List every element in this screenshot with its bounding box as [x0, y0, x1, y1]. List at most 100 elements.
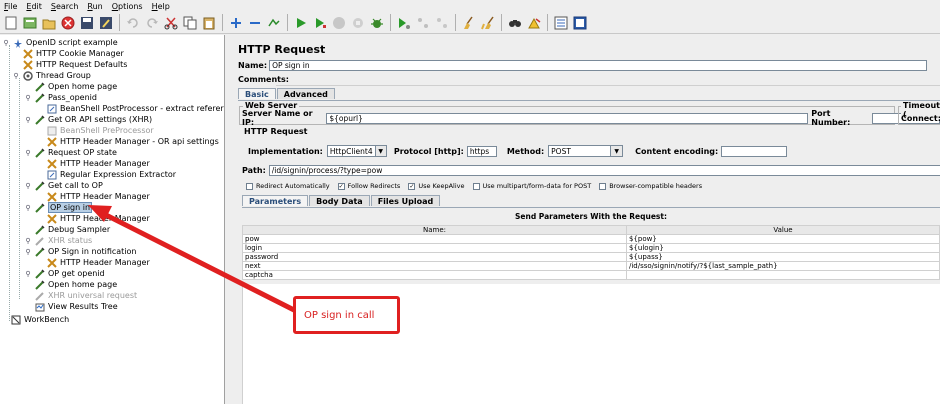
test-plan-tree[interactable]: ⚲ OpenID script example HTTP Cookie Mana…: [0, 35, 225, 404]
tab-body-data[interactable]: Body Data: [309, 195, 370, 206]
param-value[interactable]: ${upass}: [626, 252, 940, 262]
tree-node-workbench[interactable]: WorkBench: [10, 314, 69, 325]
tree-node-sampler[interactable]: Open home page: [34, 81, 117, 92]
expand-toggle-icon[interactable]: ⚲: [24, 237, 32, 245]
table-row[interactable]: next /id/sso/signin/notify/?${last_sampl…: [242, 261, 940, 271]
help-icon[interactable]: [571, 14, 588, 31]
tree-node-thread-group[interactable]: ⚲ Thread Group: [12, 70, 91, 81]
tree-node-header-manager[interactable]: HTTP Header Manager - OR api settings: [46, 136, 219, 147]
tree-node-header-manager[interactable]: HTTP Header Manager: [46, 191, 150, 202]
broom-icon[interactable]: [460, 14, 477, 31]
redo-icon[interactable]: [143, 14, 160, 31]
param-value[interactable]: /id/sso/signin/notify/?${last_sample_pat…: [626, 261, 940, 271]
tree-node-sampler[interactable]: ⚲ OP get openid: [24, 268, 105, 279]
menu-search[interactable]: Search: [51, 2, 78, 11]
impl-select[interactable]: HttpClient4 ▼: [326, 145, 387, 157]
cut-icon[interactable]: [162, 14, 179, 31]
tree-node-test-plan[interactable]: ⚲ OpenID script example: [2, 37, 118, 48]
server-field[interactable]: [326, 112, 809, 124]
clear-all-icon[interactable]: [479, 14, 496, 31]
table-row[interactable]: pow ${pow}: [242, 234, 940, 244]
method-select[interactable]: POST ▼: [548, 145, 624, 157]
new-icon[interactable]: [2, 14, 19, 31]
tree-node-sampler[interactable]: ⚲ Get OR API settings (XHR): [24, 114, 152, 125]
remote-stop-icon[interactable]: [414, 14, 431, 31]
menu-file[interactable]: File: [4, 2, 17, 11]
remote-exit-icon[interactable]: [433, 14, 450, 31]
redirect-auto-checkbox[interactable]: Redirect Automatically: [246, 182, 330, 190]
copy-icon[interactable]: [181, 14, 198, 31]
collapse-icon[interactable]: [246, 14, 263, 31]
param-value[interactable]: [626, 270, 940, 280]
expand-toggle-icon[interactable]: ⚲: [24, 94, 32, 102]
param-name[interactable]: pow: [242, 234, 627, 244]
save-icon[interactable]: [78, 14, 95, 31]
multipart-checkbox[interactable]: Use multipart/form-data for POST: [472, 182, 591, 190]
table-row[interactable]: captcha: [242, 270, 940, 280]
expand-toggle-icon[interactable]: ⚲: [24, 248, 32, 256]
protocol-field[interactable]: [466, 145, 497, 157]
stop-icon[interactable]: [330, 14, 347, 31]
expand-toggle-icon[interactable]: ⚲: [2, 39, 10, 47]
tab-files-upload[interactable]: Files Upload: [370, 195, 441, 206]
open-icon[interactable]: [40, 14, 57, 31]
tree-node-sampler[interactable]: ⚲ Pass_openid: [24, 92, 97, 103]
follow-redirects-checkbox[interactable]: ✓ Follow Redirects: [337, 182, 400, 190]
name-field[interactable]: [269, 59, 928, 71]
tree-node-listener[interactable]: View Results Tree: [34, 301, 118, 312]
menu-edit[interactable]: Edit: [26, 2, 42, 11]
param-name[interactable]: next: [242, 261, 627, 271]
param-name[interactable]: captcha: [242, 270, 627, 280]
tab-advanced[interactable]: Advanced: [276, 88, 335, 99]
tree-node-op-sign-in[interactable]: ⚲ OP sign in: [24, 202, 93, 213]
tree-node-sampler[interactable]: ⚲ Get call to OP: [24, 180, 103, 191]
keepalive-checkbox[interactable]: ✓ Use KeepAlive: [408, 182, 465, 190]
tree-node-cookie-manager[interactable]: HTTP Cookie Manager: [22, 48, 124, 59]
templates-icon[interactable]: [21, 14, 38, 31]
expand-toggle-icon[interactable]: ⚲: [24, 182, 32, 190]
start-icon[interactable]: [292, 14, 309, 31]
expand-toggle-icon[interactable]: ⚲: [24, 270, 32, 278]
expand-icon[interactable]: [227, 14, 244, 31]
close-icon[interactable]: [59, 14, 76, 31]
param-value[interactable]: ${pow}: [626, 234, 940, 244]
tree-node-header-manager[interactable]: HTTP Header Manager: [46, 213, 150, 224]
param-name[interactable]: login: [242, 243, 627, 253]
path-field[interactable]: [268, 164, 940, 176]
tab-parameters[interactable]: Parameters: [242, 195, 309, 206]
param-value[interactable]: ${ulogin}: [626, 243, 940, 253]
expand-toggle-icon[interactable]: ⚲: [24, 204, 32, 212]
table-row[interactable]: password ${upass}: [242, 252, 940, 262]
tree-node-header-manager[interactable]: HTTP Header Manager: [46, 158, 150, 169]
tree-node-sampler[interactable]: XHR universal request: [34, 290, 137, 301]
tree-node-request-defaults[interactable]: HTTP Request Defaults: [22, 59, 127, 70]
param-name[interactable]: password: [242, 252, 627, 262]
tree-node-preprocessor[interactable]: BeanShell PreProcessor: [46, 125, 154, 136]
tree-node-regex-extractor[interactable]: Regular Expression Extractor: [46, 169, 176, 180]
tree-node-sampler[interactable]: Open home page: [34, 279, 117, 290]
save-as-icon[interactable]: [97, 14, 114, 31]
browser-headers-checkbox[interactable]: Browser-compatible headers: [599, 182, 702, 190]
menu-help[interactable]: Help: [152, 2, 170, 11]
toggle-icon[interactable]: [265, 14, 282, 31]
expand-toggle-icon[interactable]: ⚲: [24, 149, 32, 157]
tree-node-header-manager[interactable]: HTTP Header Manager: [46, 257, 150, 268]
paste-icon[interactable]: [200, 14, 217, 31]
search-icon[interactable]: [506, 14, 523, 31]
menu-run[interactable]: Run: [87, 2, 102, 11]
table-row[interactable]: login ${ulogin}: [242, 243, 940, 253]
shutdown-icon[interactable]: [349, 14, 366, 31]
reset-search-icon[interactable]: [525, 14, 542, 31]
tree-node-postprocessor[interactable]: BeanShell PostProcessor - extract refere…: [46, 103, 224, 114]
tree-node-sampler[interactable]: ⚲ XHR status: [24, 235, 92, 246]
start-no-pause-icon[interactable]: [311, 14, 328, 31]
undo-icon[interactable]: [124, 14, 141, 31]
tree-node-debug-sampler[interactable]: Debug Sampler: [34, 224, 110, 235]
tree-node-sampler[interactable]: ⚲ OP Sign in notification: [24, 246, 136, 257]
encoding-field[interactable]: [721, 145, 788, 157]
expand-toggle-icon[interactable]: ⚲: [24, 116, 32, 124]
expand-toggle-icon[interactable]: ⚲: [12, 72, 20, 80]
remote-start-icon[interactable]: [395, 14, 412, 31]
clear-icon[interactable]: [368, 14, 385, 31]
menu-options[interactable]: Options: [112, 2, 143, 11]
